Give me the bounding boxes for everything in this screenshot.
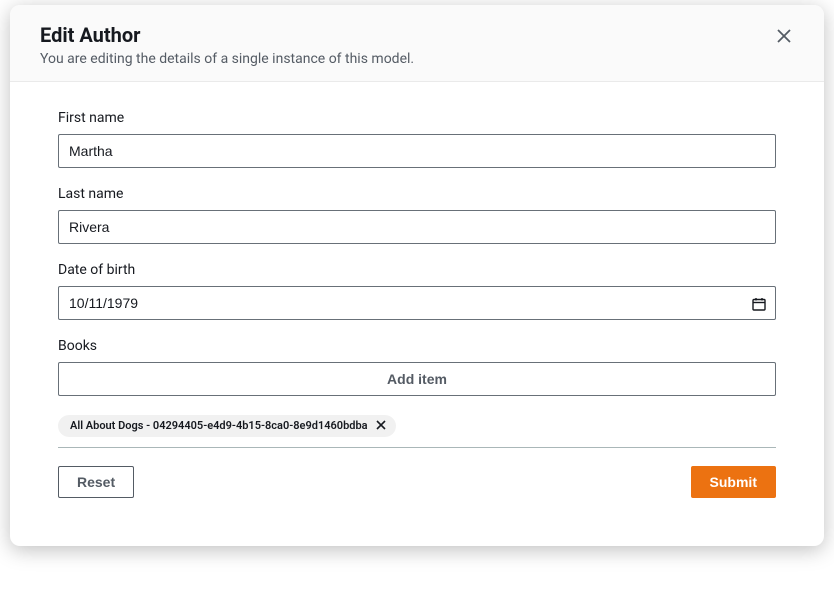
books-chips: All About Dogs - 04294405-e4d9-4b15-8ca0…: [58, 414, 776, 437]
dob-label: Date of birth: [58, 262, 776, 278]
book-chip-label: All About Dogs - 04294405-e4d9-4b15-8ca0…: [70, 419, 368, 432]
submit-button[interactable]: Submit: [691, 466, 776, 498]
reset-button[interactable]: Reset: [58, 466, 134, 498]
last-name-input[interactable]: [58, 210, 776, 244]
edit-author-modal: Edit Author You are editing the details …: [10, 5, 824, 546]
modal-footer: Reset Submit: [58, 466, 776, 528]
add-item-button[interactable]: Add item: [58, 362, 776, 396]
close-icon: [777, 29, 791, 46]
first-name-input[interactable]: [58, 134, 776, 168]
last-name-group: Last name: [58, 186, 776, 244]
book-chip-remove-button[interactable]: [374, 419, 388, 433]
dob-group: Date of birth: [58, 262, 776, 320]
books-group: Books Add item All About Dogs - 04294405…: [58, 338, 776, 437]
books-label: Books: [58, 338, 776, 354]
modal-title: Edit Author: [40, 23, 794, 47]
first-name-label: First name: [58, 110, 776, 126]
close-icon: [376, 418, 386, 433]
close-button[interactable]: [774, 27, 794, 47]
book-chip: All About Dogs - 04294405-e4d9-4b15-8ca0…: [58, 415, 396, 437]
footer-divider: [58, 447, 776, 448]
modal-body: First name Last name Date of birth: [10, 82, 824, 546]
first-name-group: First name: [58, 110, 776, 168]
modal-header: Edit Author You are editing the details …: [10, 5, 824, 82]
modal-subtitle: You are editing the details of a single …: [40, 51, 794, 67]
last-name-label: Last name: [58, 186, 776, 202]
dob-input[interactable]: [58, 286, 776, 320]
